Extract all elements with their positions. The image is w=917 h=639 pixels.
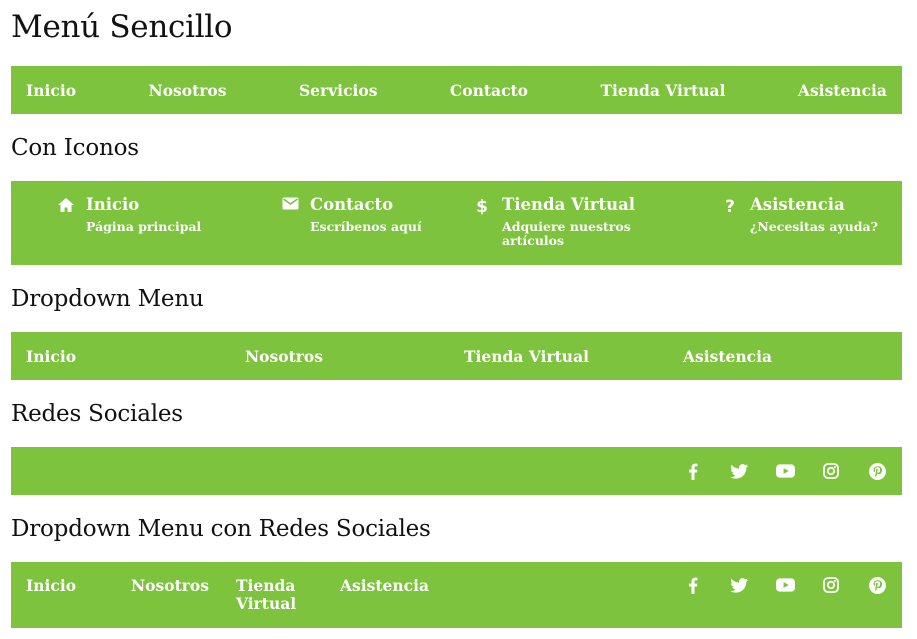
simple-menu-bar: Inicio Nosotros Servicios Contacto Tiend… xyxy=(11,66,902,114)
dropdown-social-menu-item-nosotros[interactable]: Nosotros xyxy=(131,577,209,595)
simple-menu-item-tienda-virtual[interactable]: Tienda Virtual xyxy=(600,81,725,100)
icon-menu-item-asistencia[interactable]: ? Asistencia ¿Necesitas ayuda? xyxy=(718,196,878,265)
pinterest-icon[interactable] xyxy=(866,460,888,482)
section-title-icons: Con Iconos xyxy=(11,134,139,161)
dropdown-social-menu-item-asistencia[interactable]: Asistencia xyxy=(340,577,429,595)
simple-menu-item-asistencia[interactable]: Asistencia xyxy=(798,81,887,100)
dropdown-menu-item-tienda-virtual[interactable]: Tienda Virtual xyxy=(464,347,683,366)
svg-text:?: ? xyxy=(725,197,735,215)
envelope-icon xyxy=(278,197,302,210)
icon-menu-bar: Inicio Página principal Contacto Escríbe… xyxy=(11,181,902,265)
section-title-dropdown-social: Dropdown Menu con Redes Sociales xyxy=(11,515,431,542)
icon-menu-item-subtitle: Escríbenos aquí xyxy=(310,219,422,234)
instagram-icon[interactable] xyxy=(820,574,842,596)
social-menu-bar xyxy=(11,447,902,495)
instagram-icon[interactable] xyxy=(820,460,842,482)
simple-menu-item-contacto[interactable]: Contacto xyxy=(450,81,528,100)
page-title: Menú Sencillo xyxy=(11,9,233,45)
icon-menu-item-contacto[interactable]: Contacto Escríbenos aquí xyxy=(278,196,470,265)
facebook-icon[interactable] xyxy=(682,574,704,596)
twitter-icon[interactable] xyxy=(728,460,750,482)
dropdown-social-menu-item-tienda-virtual[interactable]: Tienda Virtual xyxy=(236,577,306,613)
home-icon xyxy=(54,197,78,213)
dollar-icon: $ xyxy=(470,197,494,215)
facebook-icon[interactable] xyxy=(682,460,704,482)
section-title-social: Redes Sociales xyxy=(11,400,183,427)
pinterest-icon[interactable] xyxy=(866,574,888,596)
icon-menu-item-title: Contacto xyxy=(310,195,394,214)
question-icon: ? xyxy=(718,197,742,215)
icon-menu-item-inicio[interactable]: Inicio Página principal xyxy=(54,196,278,265)
icon-menu-item-subtitle: ¿Necesitas ayuda? xyxy=(750,219,878,234)
svg-text:$: $ xyxy=(476,197,488,215)
dropdown-menu-bar: Inicio Nosotros Tienda Virtual Asistenci… xyxy=(11,332,902,380)
simple-menu-item-servicios[interactable]: Servicios xyxy=(299,81,378,100)
icon-menu-item-subtitle: Adquiere nuestros artículos xyxy=(502,219,631,248)
icon-menu-item-title: Inicio xyxy=(86,195,140,214)
icon-menu-item-title: Tienda Virtual xyxy=(502,195,636,214)
twitter-icon[interactable] xyxy=(728,574,750,596)
icon-menu-item-title: Asistencia xyxy=(750,195,845,214)
social-icons-group xyxy=(658,574,888,596)
dropdown-social-menu-bar: Inicio Nosotros Tienda Virtual Asistenci… xyxy=(11,562,902,628)
dropdown-social-menu-item-inicio[interactable]: Inicio xyxy=(26,577,76,595)
section-title-dropdown: Dropdown Menu xyxy=(11,285,204,312)
dropdown-menu-item-asistencia[interactable]: Asistencia xyxy=(683,347,902,366)
simple-menu-item-nosotros[interactable]: Nosotros xyxy=(149,81,227,100)
icon-menu-item-subtitle: Página principal xyxy=(86,219,202,234)
simple-menu-item-inicio[interactable]: Inicio xyxy=(26,81,76,100)
dropdown-menu-item-nosotros[interactable]: Nosotros xyxy=(245,347,464,366)
dropdown-menu-item-inicio[interactable]: Inicio xyxy=(26,347,245,366)
youtube-icon[interactable] xyxy=(774,574,796,596)
youtube-icon[interactable] xyxy=(774,460,796,482)
icon-menu-item-tienda-virtual[interactable]: $ Tienda Virtual Adquiere nuestros artíc… xyxy=(470,196,718,265)
